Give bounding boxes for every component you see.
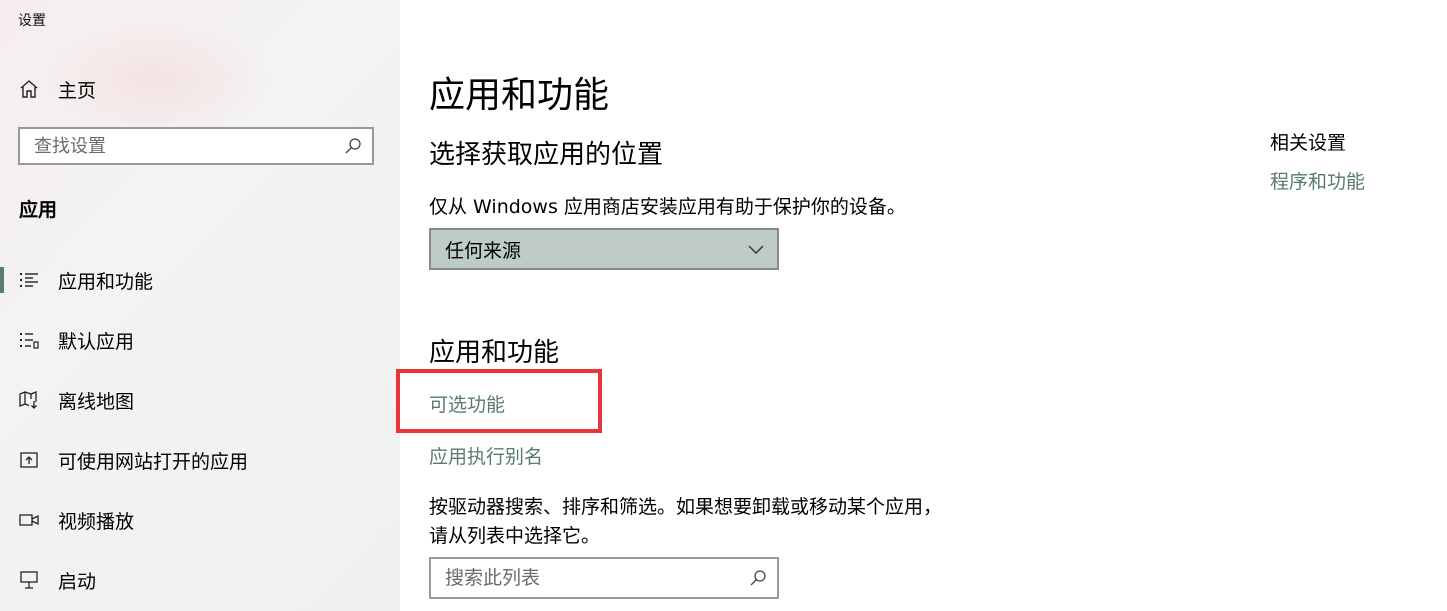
main-content: 应用和功能 选择获取应用的位置 仅从 Windows 应用商店安装应用有助于保护… <box>396 0 1447 611</box>
home-icon <box>18 78 40 100</box>
sidebar-item-label: 启动 <box>58 570 97 593</box>
sidebar-item-label: 离线地图 <box>58 390 135 413</box>
sidebar-item-label: 应用和功能 <box>58 270 154 293</box>
chevron-down-icon <box>747 240 765 258</box>
optional-features-link[interactable]: 可选功能 <box>429 390 505 417</box>
sidebar-item-label: 可使用网站打开的应用 <box>58 450 249 473</box>
sidebar-item-startup[interactable]: 启动 <box>0 550 400 610</box>
sidebar-item-default-apps[interactable]: 默认应用 <box>0 310 400 370</box>
apps-list-search-box[interactable] <box>429 557 779 599</box>
app-source-dropdown-value: 任何来源 <box>445 239 522 262</box>
window-title: 设置 <box>18 13 46 29</box>
offline-map-icon <box>18 389 40 411</box>
apps-section-heading: 应用和功能 <box>429 338 560 368</box>
settings-window: 设置 主页 应用 <box>0 0 1447 611</box>
sidebar-item-apps-features[interactable]: 应用和功能 <box>0 250 400 310</box>
search-icon[interactable] <box>344 137 362 155</box>
related-settings-heading: 相关设置 <box>1270 132 1347 154</box>
sidebar-home-label: 主页 <box>58 79 97 102</box>
sidebar: 设置 主页 应用 <box>0 0 400 611</box>
sidebar-home[interactable]: 主页 <box>18 74 96 104</box>
page-title: 应用和功能 <box>429 75 610 116</box>
related-settings: 相关设置 程序和功能 <box>1270 128 1365 194</box>
startup-icon <box>18 569 40 591</box>
settings-search-box[interactable] <box>18 127 374 165</box>
search-icon[interactable] <box>749 569 767 587</box>
source-section-description: 仅从 Windows 应用商店安装应用有助于保护你的设备。 <box>429 196 906 218</box>
apps-list-search-input[interactable] <box>445 567 735 589</box>
programs-features-link[interactable]: 程序和功能 <box>1270 167 1365 194</box>
sidebar-item-video-playback[interactable]: 视频播放 <box>0 490 400 550</box>
video-playback-icon <box>18 509 40 531</box>
sidebar-item-offline-maps[interactable]: 离线地图 <box>0 370 400 430</box>
default-apps-icon <box>18 329 40 351</box>
source-section-heading: 选择获取应用的位置 <box>429 140 664 170</box>
app-execution-aliases-link[interactable]: 应用执行别名 <box>429 442 543 469</box>
sidebar-section-heading: 应用 <box>19 199 58 221</box>
apps-section-description-line2: 请从列表中选择它。 <box>429 525 601 547</box>
sidebar-nav: 应用和功能 默认应用 离线地图 可使用网站打开的应用 视频播放 启动 <box>0 250 400 610</box>
apps-section-description-line1: 按驱动器搜索、排序和筛选。如果想要卸载或移动某个应用， <box>429 496 943 518</box>
sidebar-item-label: 默认应用 <box>58 330 135 353</box>
sidebar-item-label: 视频播放 <box>58 510 135 533</box>
app-source-dropdown[interactable]: 任何来源 <box>429 228 779 270</box>
sidebar-item-website-apps[interactable]: 可使用网站打开的应用 <box>0 430 400 490</box>
settings-search-input[interactable] <box>34 135 334 157</box>
website-apps-icon <box>18 449 40 471</box>
apps-list-icon <box>18 269 40 291</box>
